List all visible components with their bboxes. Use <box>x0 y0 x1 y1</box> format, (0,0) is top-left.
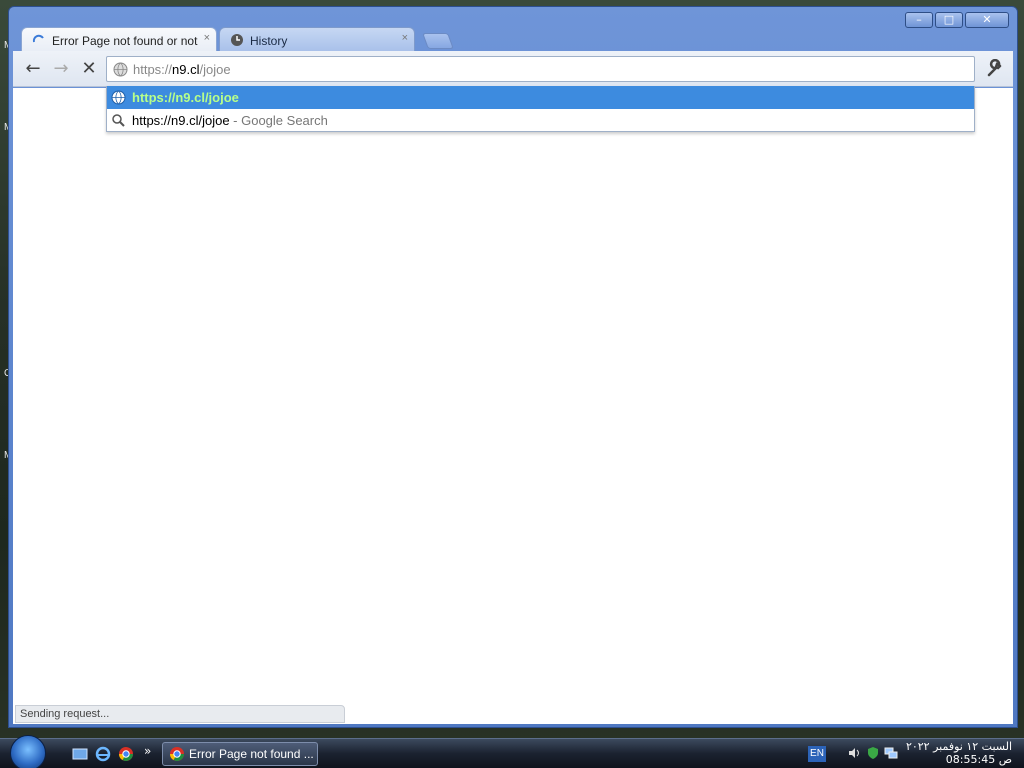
status-bubble: Sending request... <box>15 705 345 723</box>
taskbar-chrome-window[interactable]: Error Page not found ... <box>162 742 318 766</box>
suggestion-query: https://n9.cl/jojoe <box>132 113 230 128</box>
show-desktop-icon[interactable] <box>72 746 88 762</box>
suggestion-url[interactable]: https://n9.cl/jojoe <box>107 86 974 109</box>
search-icon <box>112 114 125 127</box>
loading-spinner-icon <box>32 34 44 43</box>
address-bar[interactable]: https://n9.cl/jojoe <box>106 56 975 82</box>
taskbar-window-label: Error Page not found ... <box>189 747 314 761</box>
suggestion-text: https://n9.cl/jojoe <box>132 90 239 105</box>
stop-button[interactable]: ✕ <box>79 59 99 79</box>
suggestion-search[interactable]: https://n9.cl/jojoe - Google Search <box>107 109 974 132</box>
chrome-icon <box>170 747 184 761</box>
address-autocomplete: /jojoe <box>199 62 231 77</box>
suggestion-desc: - Google Search <box>229 113 328 128</box>
page-content[interactable] <box>13 88 1013 724</box>
toolbar: ← → ✕ https://n9.cl/jojoe <box>13 51 1013 87</box>
network-icon[interactable] <box>884 746 898 760</box>
language-indicator[interactable]: EN <box>808 746 826 762</box>
minimize-button[interactable]: – <box>905 12 933 28</box>
window-controls: – □ ✕ <box>905 12 1009 28</box>
forward-button[interactable]: → <box>51 59 71 79</box>
globe-icon <box>111 90 126 105</box>
omnibox-suggestions: https://n9.cl/jojoe https://n9.cl/jojoe … <box>106 86 975 132</box>
suggestion-text: https://n9.cl/jojoe - Google Search <box>132 113 328 128</box>
tab-label: History <box>250 34 288 48</box>
system-clock[interactable]: السبت ١٢ نوفمبر ٢٠٢٢ ص 08:55:45 <box>906 740 1012 766</box>
tab-close-icon[interactable]: × <box>402 32 408 44</box>
more-quicklaunch-icon[interactable]: » <box>144 744 151 758</box>
clock-time: ص 08:55:45 <box>945 753 1012 766</box>
tab-error-page[interactable]: Error Page not found or not av × <box>21 27 217 51</box>
start-button[interactable] <box>10 735 46 768</box>
address-scheme: https:// <box>133 62 173 77</box>
volume-icon[interactable] <box>848 746 862 760</box>
internet-explorer-icon[interactable] <box>95 746 111 762</box>
back-button[interactable]: ← <box>23 59 43 79</box>
tab-history[interactable]: History × <box>219 27 415 51</box>
close-window-button[interactable]: ✕ <box>965 12 1009 28</box>
address-text[interactable]: https://n9.cl/jojoe <box>133 62 231 77</box>
chrome-icon[interactable] <box>118 746 134 762</box>
wrench-icon[interactable] <box>985 59 1005 79</box>
security-shield-icon[interactable] <box>866 746 880 760</box>
globe-icon <box>113 62 128 77</box>
browser-window: – □ ✕ Error Page not found or not av × H… <box>8 6 1018 728</box>
clock-date: السبت ١٢ نوفمبر ٢٠٢٢ <box>905 740 1012 753</box>
clock-icon <box>231 34 243 46</box>
maximize-button[interactable]: □ <box>935 12 963 28</box>
tab-close-icon[interactable]: × <box>204 32 210 44</box>
taskbar: » Error Page not found ... EN السبت ١٢ ن… <box>0 735 1024 768</box>
tab-label: Error Page not found or not av <box>52 34 200 48</box>
new-tab-button[interactable] <box>422 33 454 49</box>
address-typed: n9.cl <box>172 62 200 77</box>
